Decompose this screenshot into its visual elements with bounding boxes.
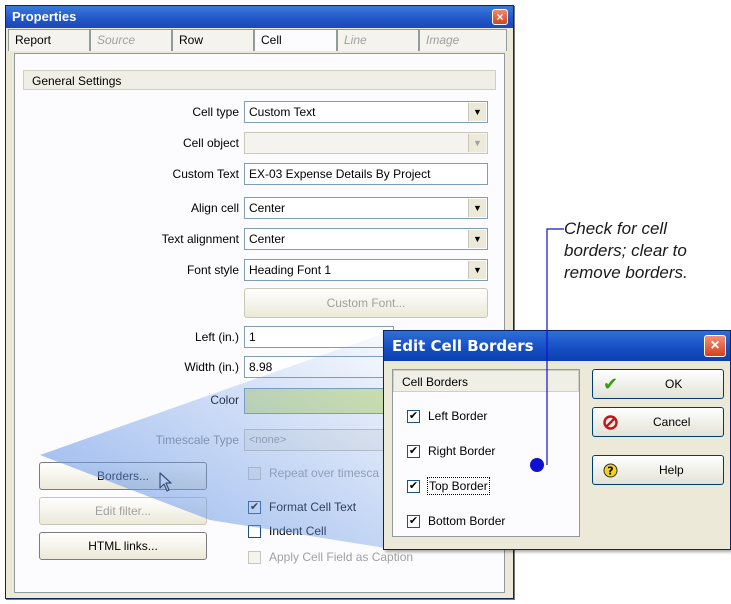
annotation-text: Check for cell borders; clear to remove … xyxy=(564,219,688,282)
callout-connector xyxy=(530,228,564,472)
